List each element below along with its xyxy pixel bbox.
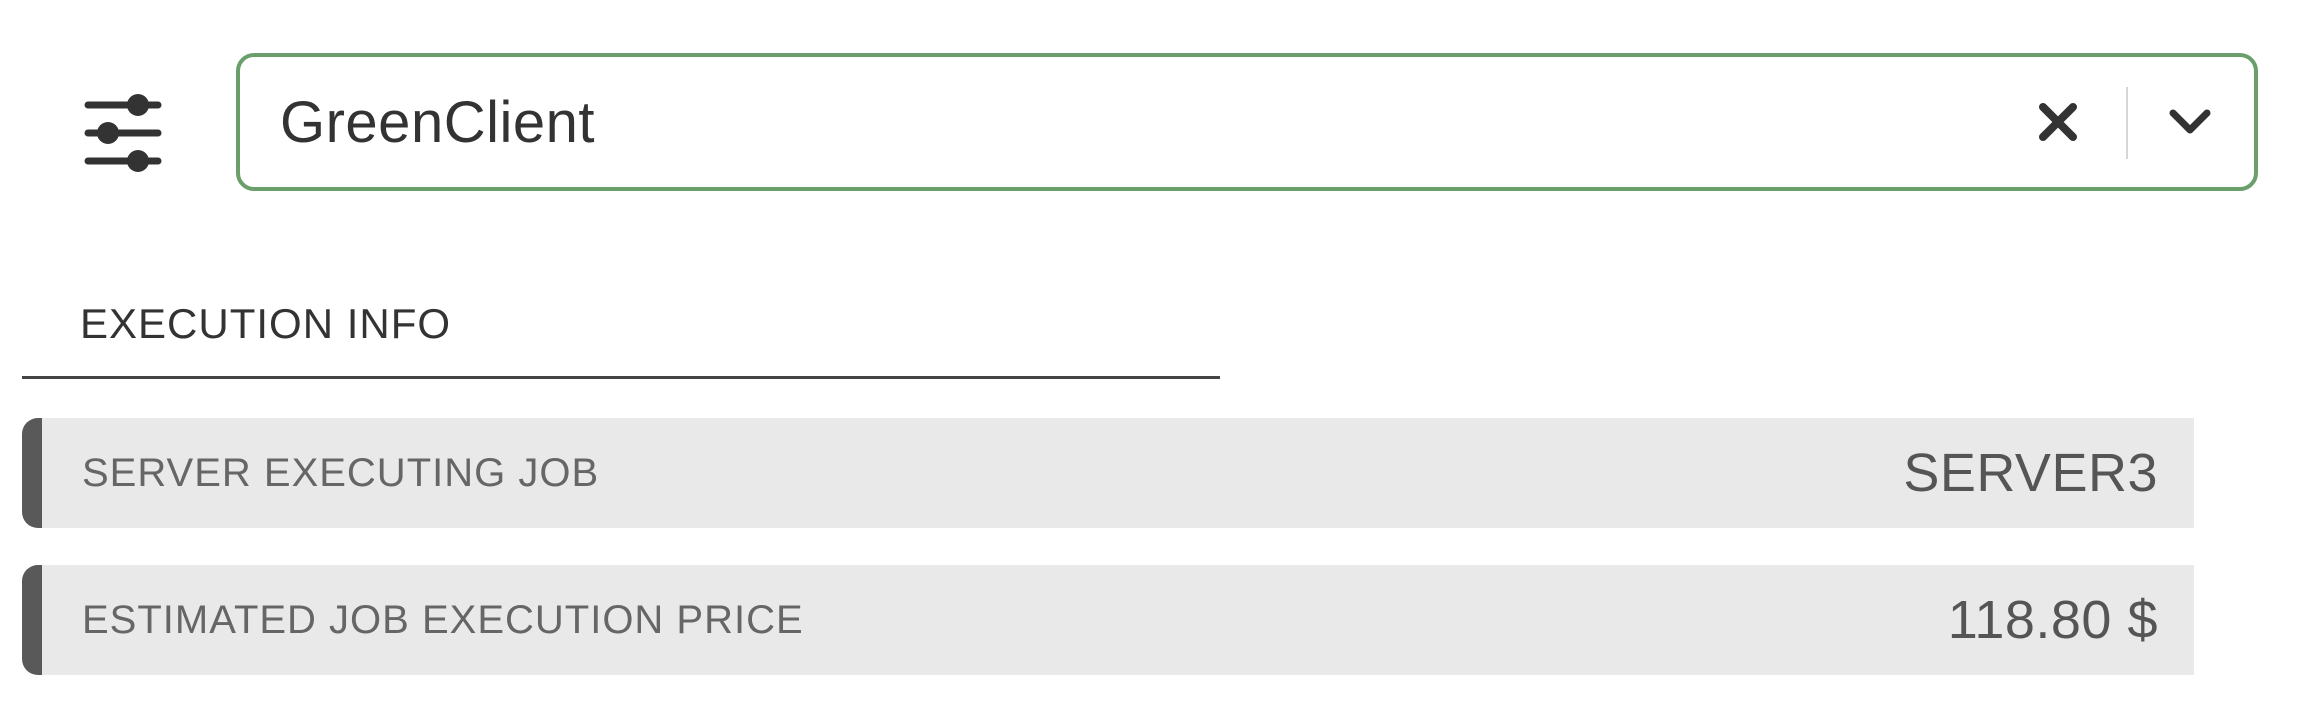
chevron-down-icon	[2169, 109, 2211, 134]
info-row-server: SERVER EXECUTING JOB SERVER3	[22, 418, 2194, 528]
client-select-value: GreenClient	[280, 89, 595, 155]
sliders-icon	[84, 94, 162, 172]
clear-selection-button[interactable]	[2035, 99, 2081, 145]
info-label: ESTIMATED JOB EXECUTION PRICE	[82, 597, 804, 642]
select-separator	[2126, 87, 2128, 159]
info-value: SERVER3	[1903, 443, 2158, 503]
close-icon	[2039, 103, 2077, 141]
info-row-price: ESTIMATED JOB EXECUTION PRICE 118.80 $	[22, 565, 2194, 675]
section-title: EXECUTION INFO	[80, 300, 452, 347]
dropdown-toggle-button[interactable]	[2165, 103, 2215, 143]
info-label: SERVER EXECUTING JOB	[82, 450, 600, 495]
section-divider	[22, 376, 1220, 379]
info-value: 118.80 $	[1947, 590, 2158, 650]
client-select[interactable]: GreenClient	[236, 53, 2258, 191]
filter-settings-button[interactable]	[78, 88, 168, 178]
